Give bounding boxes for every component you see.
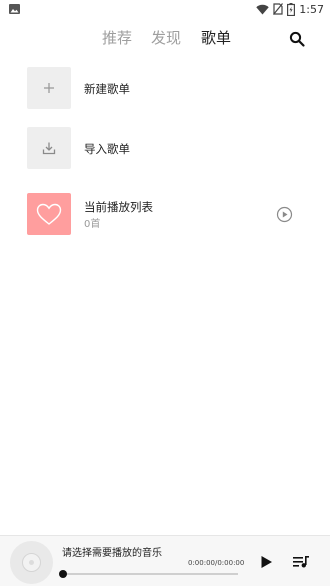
plus-icon — [44, 83, 54, 93]
queue-music-icon[interactable] — [293, 555, 309, 569]
top-tabs: 推荐 发现 歌单 — [0, 27, 330, 49]
status-time: 1:57 — [299, 2, 324, 16]
battery-charging-icon — [287, 2, 296, 16]
disc-center — [29, 560, 34, 565]
wifi-icon — [256, 4, 269, 14]
new-playlist-tile — [27, 67, 71, 109]
current-playlist-cover — [27, 193, 71, 235]
player-title: 请选择需要播放的音乐 — [62, 548, 162, 559]
tab-recommend[interactable]: 推荐 — [102, 27, 132, 49]
import-playlist-label: 导入歌单 — [84, 142, 130, 156]
mini-player: 请选择需要播放的音乐 0:00:00/0:00:00 — [0, 535, 330, 586]
status-icons: 1:57 — [256, 2, 324, 16]
player-time: 0:00:00/0:00:00 — [188, 559, 245, 567]
progress-bar[interactable] — [59, 570, 238, 578]
new-playlist-label: 新建歌单 — [84, 82, 130, 96]
play-circle-icon[interactable] — [276, 206, 293, 223]
import-playlist-item[interactable]: 导入歌单 — [0, 127, 330, 169]
import-playlist-tile — [27, 127, 71, 169]
new-playlist-item[interactable]: 新建歌单 — [0, 67, 330, 109]
current-playlist-item[interactable]: 当前播放列表 0首 — [0, 193, 330, 235]
search-icon[interactable] — [288, 30, 306, 48]
progress-knob[interactable] — [59, 570, 67, 578]
play-icon[interactable] — [260, 555, 273, 569]
image-icon — [9, 4, 20, 14]
tab-playlists[interactable]: 歌单 — [201, 27, 231, 49]
tab-discover[interactable]: 发现 — [151, 27, 181, 49]
no-sim-icon — [273, 3, 284, 15]
download-icon — [42, 142, 56, 155]
current-playlist-label: 当前播放列表 — [84, 200, 153, 214]
status-bar: 1:57 — [0, 0, 330, 18]
album-disc[interactable] — [10, 541, 53, 584]
heart-icon — [36, 203, 62, 225]
current-playlist-count: 0首 — [84, 219, 101, 230]
